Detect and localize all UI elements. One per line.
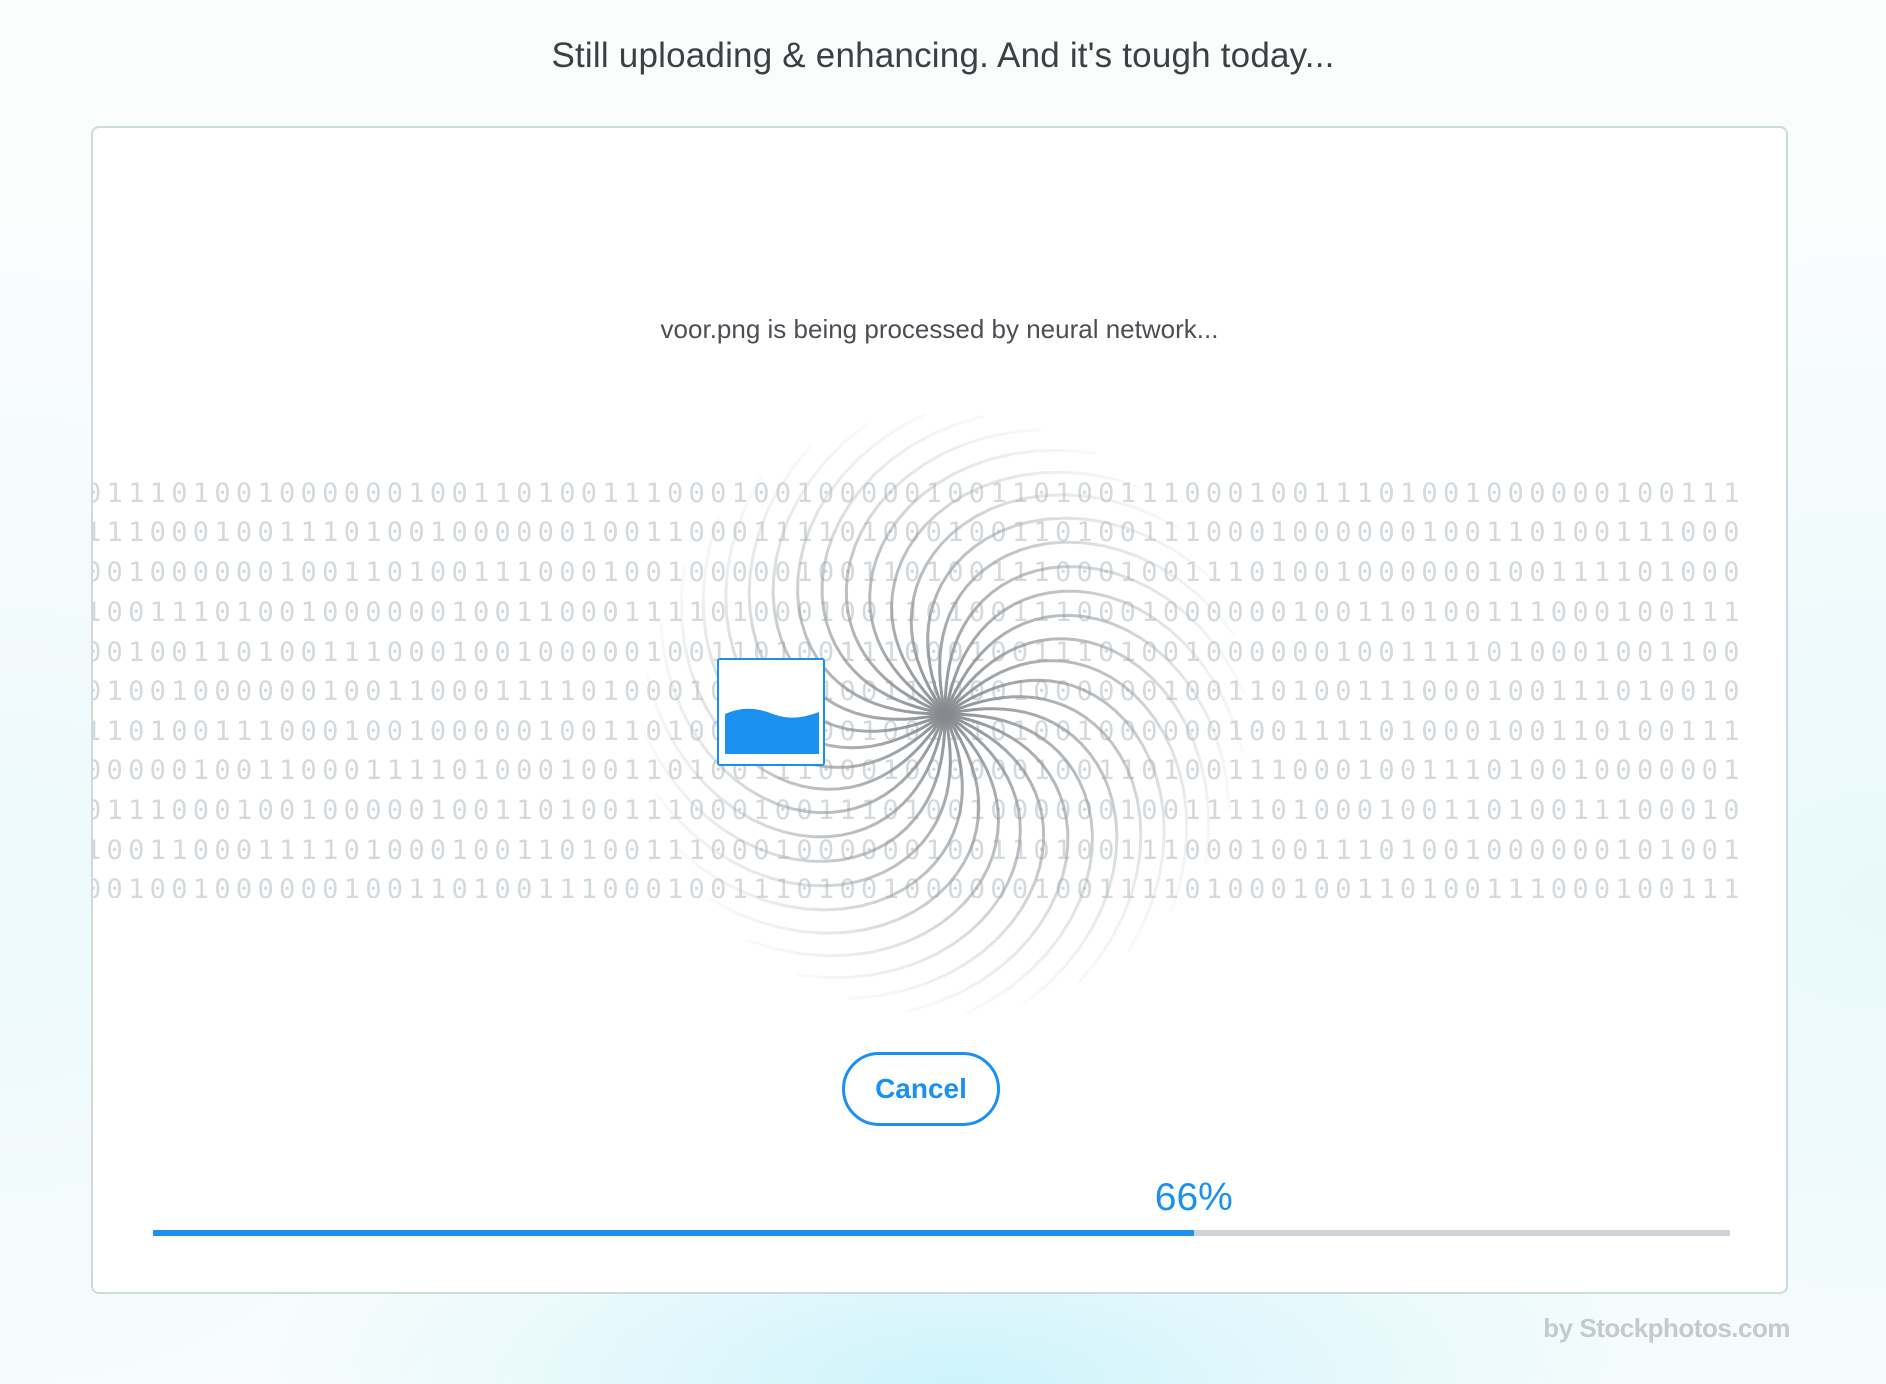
upload-card: voor.png is being processed by neural ne… [91, 126, 1788, 1294]
binary-row: 1001110100100000010011000111101000100110… [93, 597, 1745, 628]
progress-bar [153, 1230, 1730, 1236]
brand-credit: by Stockphotos.com [1543, 1313, 1790, 1343]
cancel-button[interactable]: Cancel [842, 1052, 1000, 1126]
binary-row: 1110001001110100100000010011000111101000… [93, 517, 1745, 548]
binary-row: 0010010000001001101001110001001110100100… [93, 874, 1745, 898]
page-title: Still uploading & enhancing. And it's to… [551, 36, 1335, 75]
binary-row: 0010000001001101001110001001000001001101… [93, 557, 1745, 588]
binary-row: 0111000100100000100110100111000100111010… [93, 795, 1745, 826]
binary-row: 0100100000010011000111101000100110100111… [93, 676, 1745, 707]
binary-row: 0000010011000111101000100110100111000100… [93, 755, 1745, 786]
image-file-icon [717, 658, 825, 766]
binary-row: 1001100011110100010011010011100010000001… [93, 835, 1745, 866]
progress-percent: 66% [1154, 1176, 1233, 1219]
binary-row: 0111010010000001001101001110001001000001… [93, 478, 1745, 509]
binary-background: 0111010010000001001101001110001001000001… [93, 468, 1786, 898]
binary-row: 0010011010011100010010000010011010011100… [93, 637, 1745, 668]
binary-row: 1101001110001001000001001101001110001001… [93, 716, 1745, 747]
progress-bar-fill [153, 1230, 1194, 1236]
processing-status-text: voor.png is being processed by neural ne… [660, 314, 1219, 344]
